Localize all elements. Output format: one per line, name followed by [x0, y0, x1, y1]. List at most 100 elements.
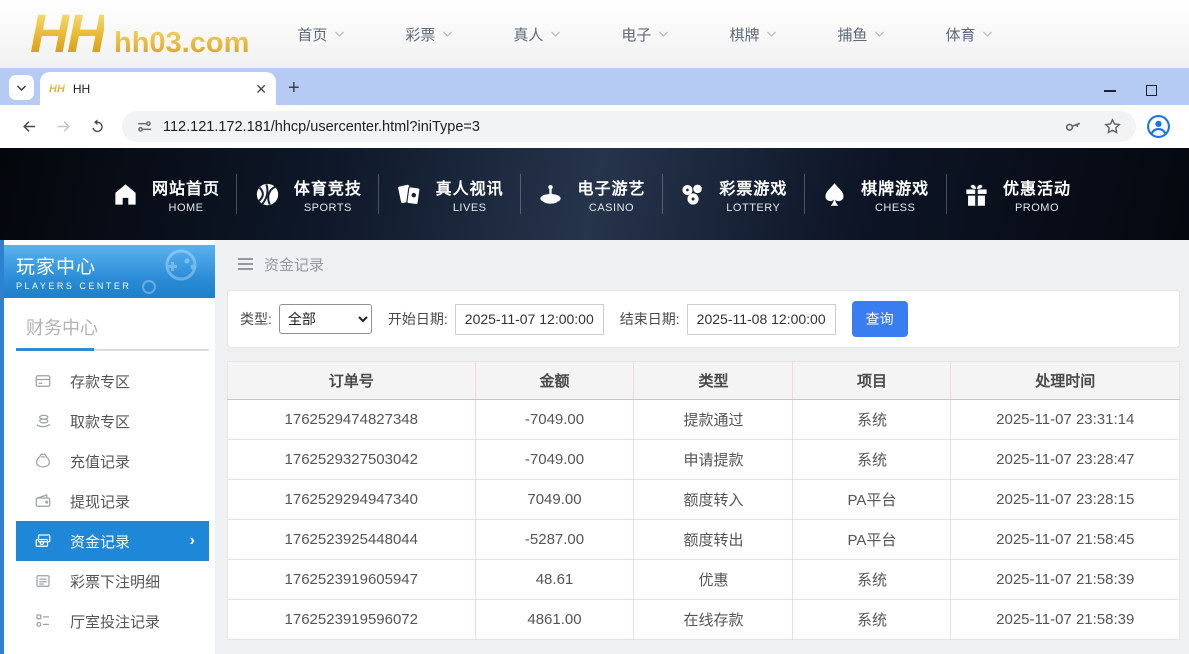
logo-domain-text: hh03.com — [114, 27, 250, 59]
hero-label-cn: 网站首页 — [152, 180, 221, 198]
cell-order-no: 1762529327503042 — [227, 439, 476, 480]
cell-time: 2025-11-07 21:58:39 — [950, 599, 1180, 640]
sidebar-item-label: 彩票下注明细 — [70, 573, 161, 591]
cell-time: 2025-11-07 23:28:15 — [950, 479, 1180, 520]
topnav-item-slots[interactable]: 电子 — [621, 24, 669, 45]
window-maximize-button[interactable] — [1146, 85, 1157, 96]
type-select[interactable]: 全部 — [278, 304, 372, 334]
table-row: 1762529294947340 7049.00 额度转入 PA平台 2025-… — [227, 479, 1180, 520]
password-key-icon[interactable] — [1064, 117, 1083, 136]
hero-item-lives[interactable]: 真人视讯 LIVES — [396, 175, 504, 214]
sidebar-item-label: 资金记录 — [70, 533, 131, 551]
new-tab-button[interactable]: + — [288, 78, 300, 98]
site-info-tune-icon[interactable] — [136, 118, 153, 135]
cell-order-no: 1762529294947340 — [227, 479, 476, 520]
deposit-icon — [35, 375, 51, 387]
window-minimize-button[interactable] — [1104, 89, 1116, 92]
cell-amount: 4861.00 — [474, 599, 634, 640]
hero-item-sports[interactable]: 体育竞技 SPORTS — [254, 175, 362, 214]
sidebar-item-recharge-record[interactable]: 充值记录 — [16, 441, 209, 481]
funds-table-card: 订单号 金额 类型 项目 处理时间 1762529474827348 -7049… — [227, 361, 1180, 640]
cell-order-no: 1762523919596072 — [227, 599, 476, 640]
chevron-down-icon — [443, 31, 453, 37]
breadcrumb: 资金记录 — [215, 240, 1189, 288]
table-row: 1762523925448044 -5287.00 额度转出 PA平台 2025… — [227, 519, 1180, 560]
topnav-label: 首页 — [297, 26, 328, 44]
hero-nav: 网站首页 HOME 体育竞技 SPORTS 真人视讯 LIVES 电子游艺 CA… — [0, 148, 1189, 240]
cell-project: 系统 — [792, 399, 951, 440]
cell-project: PA平台 — [792, 519, 951, 560]
cell-project: PA平台 — [792, 479, 951, 520]
cell-amount: -5287.00 — [474, 519, 634, 560]
topnav-item-sports[interactable]: 体育 — [945, 24, 993, 45]
cell-type: 在线存款 — [633, 599, 793, 640]
sidebar-item-player-report[interactable]: 玩家投注报表 — [16, 641, 209, 654]
address-bar[interactable]: 112.121.172.181/hhcp/usercenter.html?ini… — [122, 111, 1136, 142]
tab-search-button[interactable] — [9, 75, 34, 100]
start-date-input[interactable] — [454, 303, 604, 335]
back-arrow-icon — [22, 121, 35, 132]
cell-amount: -7049.00 — [474, 439, 634, 480]
hero-item-casino[interactable]: 电子游艺 CASINO — [537, 175, 645, 214]
cell-amount: 48.61 — [474, 559, 634, 600]
chevron-down-icon — [17, 85, 26, 91]
chevron-down-icon — [767, 31, 777, 37]
cell-order-no: 1762529474827348 — [227, 399, 476, 440]
profile-avatar-icon[interactable] — [1146, 114, 1171, 139]
bookmark-star-icon[interactable] — [1103, 117, 1122, 136]
hero-item-chess[interactable]: 棋牌游戏 CHESS — [821, 175, 929, 214]
sidebar-item-label: 厅室投注记录 — [70, 613, 161, 631]
cell-type: 额度转入 — [633, 479, 793, 520]
withdrawal-record-icon — [35, 494, 51, 507]
sidebar-item-funds-record[interactable]: 资金记录 › — [16, 521, 209, 561]
browser-tab[interactable]: HH HH ✕ — [40, 72, 276, 105]
cell-amount: 7049.00 — [474, 479, 634, 520]
spade-icon — [825, 182, 844, 206]
sidebar-item-lottery-detail[interactable]: 彩票下注明细 — [16, 561, 209, 601]
cell-time: 2025-11-07 21:58:45 — [950, 519, 1180, 560]
reload-icon — [91, 119, 103, 133]
topnav-item-chess[interactable]: 棋牌 — [729, 24, 777, 45]
back-button[interactable] — [17, 115, 41, 139]
sidebar-item-hall-bet-record[interactable]: 厅室投注记录 — [16, 601, 209, 641]
divider — [520, 174, 522, 214]
sidebar-item-withdrawal-record[interactable]: 提现记录 — [16, 481, 209, 521]
lottery-detail-icon — [36, 575, 50, 587]
cell-type: 额度转出 — [633, 519, 793, 560]
cell-time: 2025-11-07 21:58:39 — [950, 559, 1180, 600]
topnav-item-home[interactable]: 首页 — [297, 24, 345, 45]
topnav-item-fishing[interactable]: 捕鱼 — [837, 24, 885, 45]
hero-item-home[interactable]: 网站首页 HOME — [112, 175, 220, 214]
cell-project: 系统 — [792, 599, 951, 640]
hero-label-en: HOME — [168, 201, 204, 214]
cell-type: 申请提款 — [633, 439, 793, 480]
reload-button[interactable] — [85, 115, 109, 139]
chevron-down-icon — [551, 31, 561, 37]
site-logo[interactable]: HH hh03.com — [30, 3, 249, 65]
topnav-item-live[interactable]: 真人 — [513, 24, 561, 45]
breadcrumb-label: 资金记录 — [264, 256, 325, 274]
hamburger-icon[interactable] — [238, 258, 253, 270]
hero-label-en: LOTTERY — [726, 201, 781, 214]
topnav-item-lottery[interactable]: 彩票 — [405, 24, 453, 45]
chevron-down-icon — [335, 31, 345, 37]
url-text: 112.121.172.181/hhcp/usercenter.html?ini… — [163, 118, 480, 135]
lottery-balls-icon — [682, 184, 703, 205]
search-button[interactable]: 查询 — [851, 301, 908, 337]
hero-item-lottery[interactable]: 彩票游戏 LOTTERY — [679, 175, 787, 214]
hero-label-en: PROMO — [1014, 201, 1059, 214]
hero-label-cn: 彩票游戏 — [719, 180, 788, 198]
sidebar-item-label: 取款专区 — [70, 413, 131, 431]
hero-label-en: SPORTS — [303, 201, 352, 214]
hero-item-promo[interactable]: 优惠活动 PROMO — [963, 175, 1071, 214]
logo-hh-text: HH — [30, 4, 106, 64]
sidebar-item-label: 玩家投注报表 — [70, 651, 160, 654]
type-label: 类型: — [240, 311, 272, 327]
sidebar-item-withdraw[interactable]: 取款专区 — [16, 401, 209, 441]
end-date-input[interactable] — [686, 303, 836, 335]
sidebar-item-deposit[interactable]: 存款专区 — [16, 361, 209, 401]
content-area: 玩家中心 PLAYERS CENTER 财务中心 存款专区 取款专区 充值记录 … — [0, 240, 1189, 654]
tab-close-icon[interactable]: ✕ — [255, 82, 267, 96]
forward-button[interactable] — [51, 115, 75, 139]
hall-bet-record-icon — [36, 614, 49, 627]
